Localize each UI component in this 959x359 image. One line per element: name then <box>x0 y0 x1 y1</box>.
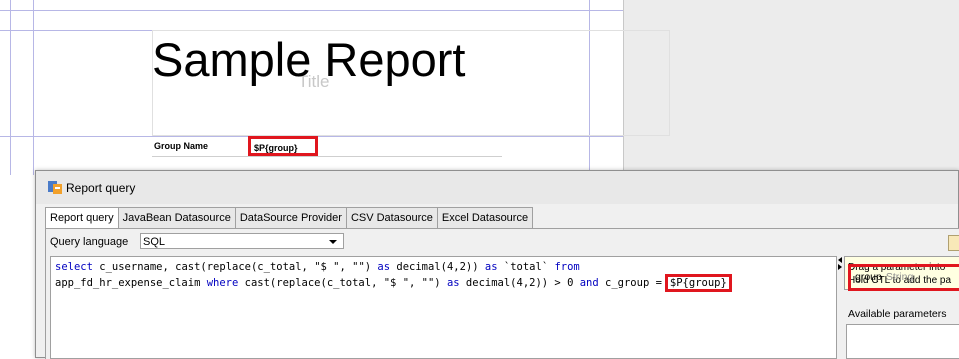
sql-keyword: and <box>579 277 599 289</box>
tab-datasource-provider[interactable]: DataSource Provider <box>235 207 347 229</box>
tab-bar: Report query JavaBean Datasource DataSou… <box>45 207 534 230</box>
group-name-label[interactable]: Group Name <box>154 141 208 151</box>
sql-text: app_fd_hr_expense_claim <box>55 277 207 289</box>
sql-query-editor[interactable]: select c_username, cast(replace(c_total,… <box>50 256 837 359</box>
sql-parameter-highlight: $P{group} <box>664 274 732 292</box>
tab-csv-datasource[interactable]: CSV Datasource <box>346 207 438 229</box>
guide-line <box>0 10 623 11</box>
sql-keyword: as <box>377 261 391 273</box>
tab-excel-datasource[interactable]: Excel Datasource <box>437 207 534 229</box>
report-title-text[interactable]: Sample Report <box>152 32 466 88</box>
sql-text: `total` <box>497 261 555 273</box>
query-language-select[interactable]: SQL <box>140 233 344 249</box>
sql-keyword: from <box>554 261 580 273</box>
group-parameter-field[interactable]: $P{group} <box>248 136 318 156</box>
report-query-dialog: Report query Report query JavaBean Datas… <box>35 170 959 359</box>
parameters-panel: Drag a parameter into Hold CTL to add th… <box>844 256 959 359</box>
query-language-value: SQL <box>143 236 166 248</box>
tab-javabean-datasource[interactable]: JavaBean Datasource <box>118 207 236 229</box>
available-parameters-list <box>846 324 959 359</box>
sql-text: decimal(4,2)) <box>390 261 485 273</box>
chevron-down-icon <box>329 240 337 244</box>
arrow-right-icon[interactable] <box>838 264 842 270</box>
sql-keyword: where <box>206 277 239 289</box>
parameter-type: String <box>885 271 914 283</box>
arrow-left-icon[interactable] <box>838 257 842 263</box>
sql-text: c_username, cast(replace(c_total, "$ ", … <box>92 261 378 273</box>
dialog-title: Report query <box>66 181 136 195</box>
detail-line <box>152 156 502 157</box>
splitter-handle[interactable] <box>837 256 844 359</box>
parameter-name: group <box>855 271 882 283</box>
report-query-icon <box>48 181 62 194</box>
sql-text: cast(replace(c_total, "$ ", "") <box>238 277 447 289</box>
dialog-titlebar[interactable]: Report query <box>36 171 958 204</box>
sql-keyword: select <box>55 261 93 273</box>
sql-keyword: as <box>484 261 498 273</box>
open-query-button[interactable] <box>948 235 959 251</box>
sql-keyword: as <box>446 277 460 289</box>
tab-report-query[interactable]: Report query <box>45 207 119 230</box>
sql-text: decimal(4,2)) > 0 <box>459 277 580 289</box>
sql-text: c_group = <box>598 277 662 289</box>
parameter-item-group[interactable]: group String <box>848 264 959 291</box>
query-language-label: Query language <box>50 236 129 248</box>
guide-line <box>33 0 34 175</box>
available-parameters-label: Available parameters <box>848 308 947 320</box>
guide-line <box>10 0 11 175</box>
